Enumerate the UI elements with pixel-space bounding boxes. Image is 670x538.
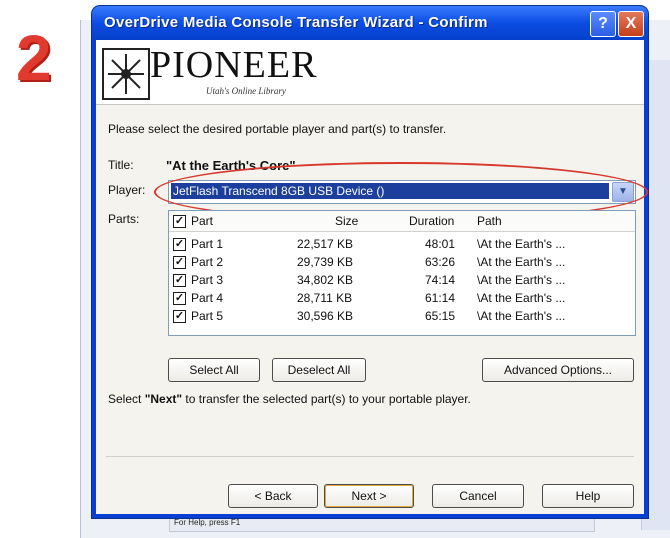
column-header-duration[interactable]: Duration xyxy=(409,214,454,228)
part-path: \At the Earth's ... xyxy=(477,291,566,305)
instruction-text: Please select the desired portable playe… xyxy=(108,122,447,136)
table-row[interactable]: ✓ Part 4 28,711 KB 61:14 \At the Earth's… xyxy=(169,289,635,307)
dialog-body: PIONEER Utah's Online Library Please sel… xyxy=(96,40,648,514)
part-size: 30,596 KB xyxy=(297,309,354,323)
library-banner: PIONEER Utah's Online Library xyxy=(96,40,644,105)
part-path: \At the Earth's ... xyxy=(477,309,566,323)
player-selected-value: JetFlash Transcend 8GB USB Device () xyxy=(171,183,609,199)
deselect-all-button[interactable]: Deselect All xyxy=(272,358,366,382)
part-duration: 48:01 xyxy=(425,237,456,251)
part-checkbox[interactable]: ✓ xyxy=(173,238,186,251)
part-name: Part 5 xyxy=(191,309,224,323)
part-checkbox[interactable]: ✓ xyxy=(173,292,186,305)
table-row[interactable]: ✓ Part 5 30,596 KB 65:15 \At the Earth's… xyxy=(169,307,635,325)
close-button[interactable]: X xyxy=(618,11,644,37)
next-hint-emphasis: "Next" xyxy=(144,392,183,406)
part-duration: 63:26 xyxy=(425,255,456,269)
help-button[interactable]: Help xyxy=(542,484,634,508)
logo-tagline: Utah's Online Library xyxy=(206,86,286,96)
advanced-options-button[interactable]: Advanced Options... xyxy=(482,358,634,382)
step-number: 2 xyxy=(16,22,52,94)
column-header-size[interactable]: Size xyxy=(335,214,358,228)
column-header-path[interactable]: Path xyxy=(477,214,502,228)
select-all-button[interactable]: Select All xyxy=(168,358,260,382)
title-bar[interactable]: OverDrive Media Console Transfer Wizard … xyxy=(92,6,648,40)
part-duration: 65:15 xyxy=(425,309,456,323)
pioneer-logo-icon xyxy=(102,48,150,100)
part-size: 22,517 KB xyxy=(297,237,354,251)
part-duration: 61:14 xyxy=(425,291,456,305)
window-title: OverDrive Media Console Transfer Wizard … xyxy=(104,14,488,31)
select-all-checkbox[interactable]: ✓ xyxy=(173,215,186,228)
logo-name: PIONEER xyxy=(150,44,318,86)
part-size: 34,802 KB xyxy=(297,273,354,287)
footer-divider xyxy=(106,456,634,457)
table-row[interactable]: ✓ Part 1 22,517 KB 48:01 \At the Earth's… xyxy=(169,235,635,253)
next-button[interactable]: Next > xyxy=(324,484,414,508)
part-name: Part 2 xyxy=(191,255,224,269)
table-row[interactable]: ✓ Part 3 34,802 KB 74:14 \At the Earth's… xyxy=(169,271,635,289)
chevron-down-icon[interactable]: ▼ xyxy=(612,182,634,202)
table-row[interactable]: ✓ Part 2 29,739 KB 63:26 \At the Earth's… xyxy=(169,253,635,271)
help-title-button[interactable]: ? xyxy=(590,11,616,37)
part-checkbox[interactable]: ✓ xyxy=(173,310,186,323)
next-hint-suffix: to transfer the selected part(s) to your… xyxy=(182,392,471,406)
column-header-part[interactable]: Part xyxy=(191,214,213,228)
player-label: Player: xyxy=(108,183,146,197)
next-hint-text: Select "Next" to transfer the selected p… xyxy=(108,392,471,406)
next-hint-prefix: Select xyxy=(108,392,145,406)
part-path: \At the Earth's ... xyxy=(477,237,566,251)
part-checkbox[interactable]: ✓ xyxy=(173,274,186,287)
parts-header: ✓ Part Size Duration Path xyxy=(169,211,635,232)
part-size: 28,711 KB xyxy=(297,291,353,305)
part-duration: 74:14 xyxy=(425,273,456,287)
title-value: "At the Earth's Core" xyxy=(166,158,296,173)
cancel-button[interactable]: Cancel xyxy=(432,484,524,508)
parts-list: ✓ Part Size Duration Path ✓ Part 1 22,51… xyxy=(168,210,636,336)
transfer-wizard-dialog: OverDrive Media Console Transfer Wizard … xyxy=(92,6,648,518)
part-path: \At the Earth's ... xyxy=(477,273,566,287)
part-checkbox[interactable]: ✓ xyxy=(173,256,186,269)
back-button[interactable]: < Back xyxy=(228,484,318,508)
part-name: Part 1 xyxy=(191,237,224,251)
part-name: Part 4 xyxy=(191,291,224,305)
part-name: Part 3 xyxy=(191,273,224,287)
part-size: 29,739 KB xyxy=(297,255,354,269)
parts-label: Parts: xyxy=(108,212,140,226)
player-dropdown[interactable]: JetFlash Transcend 8GB USB Device () ▼ xyxy=(168,180,636,204)
part-path: \At the Earth's ... xyxy=(477,255,566,269)
title-label: Title: xyxy=(108,158,134,172)
